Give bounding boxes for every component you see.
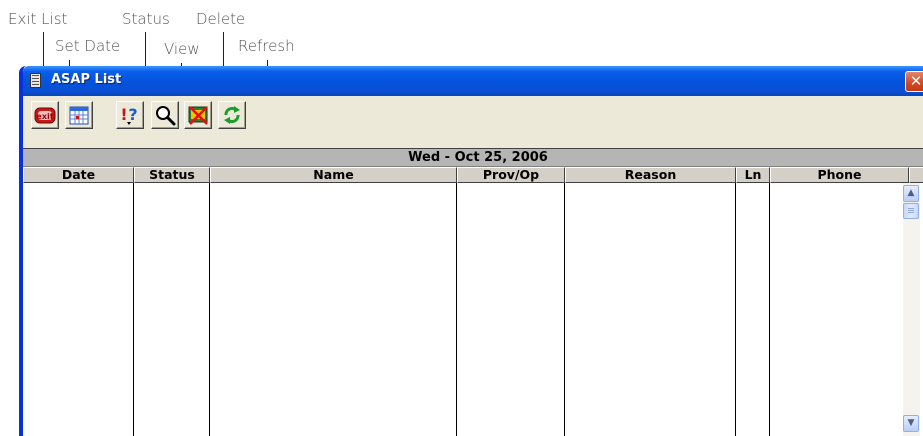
column-divider <box>456 183 457 436</box>
delete-button[interactable] <box>184 101 212 129</box>
column-header-row: Date Status Name Prov/Op Reason Ln Phone <box>23 167 923 183</box>
svg-text:exit: exit <box>36 112 53 121</box>
exit-list-button[interactable]: exit <box>31 101 59 129</box>
column-header-ln[interactable]: Ln <box>736 167 770 183</box>
column-header-status[interactable]: Status <box>134 167 210 183</box>
date-banner: Wed - Oct 25, 2006 <box>23 148 923 167</box>
view-button[interactable] <box>151 101 179 129</box>
callout-view: View <box>164 40 200 58</box>
column-divider <box>769 183 770 436</box>
callout-delete: Delete <box>196 10 246 28</box>
status-button[interactable]: ! ? <box>116 101 144 129</box>
refresh-icon <box>224 106 240 124</box>
delete-icon <box>188 106 208 125</box>
magnifier-icon <box>156 106 176 126</box>
exit-icon: exit <box>34 107 56 124</box>
column-header-reason[interactable]: Reason <box>565 167 736 183</box>
column-divider <box>133 183 134 436</box>
toolbar: exit ! ? <box>23 96 923 133</box>
asap-list-body[interactable] <box>23 183 923 436</box>
scroll-up-button[interactable]: ▲ <box>903 185 919 202</box>
column-header-date[interactable]: Date <box>23 167 134 183</box>
callout-exit-list: Exit List <box>8 10 68 28</box>
scroll-down-button[interactable]: ▼ <box>903 415 919 432</box>
column-header-filler <box>909 167 923 183</box>
date-banner-text: Wed - Oct 25, 2006 <box>408 150 548 165</box>
column-divider <box>564 183 565 436</box>
vertical-scrollbar[interactable]: ▲ ▼ <box>903 183 920 436</box>
close-button[interactable]: ✕ <box>905 71 923 92</box>
callout-status: Status <box>122 10 170 28</box>
set-date-button[interactable] <box>65 101 93 129</box>
callout-refresh: Refresh <box>238 37 295 55</box>
svg-text:!: ! <box>120 105 127 124</box>
status-icon: ! ? <box>120 105 138 125</box>
asap-list-window: ASAP List ✕ exit ! ? Wed - Oct 25, 2006 … <box>19 66 923 436</box>
column-header-name[interactable]: Name <box>210 167 457 183</box>
refresh-button[interactable] <box>218 101 246 129</box>
column-divider <box>209 183 210 436</box>
column-header-phone[interactable]: Phone <box>770 167 909 183</box>
scroll-thumb[interactable] <box>903 203 919 219</box>
window-title: ASAP List <box>51 72 122 87</box>
app-notepad-icon <box>30 73 41 88</box>
calendar-icon <box>69 106 89 125</box>
column-header-prov-op[interactable]: Prov/Op <box>457 167 565 183</box>
callout-set-date: Set Date <box>55 37 121 55</box>
column-divider <box>735 183 736 436</box>
title-bar[interactable]: ASAP List ✕ <box>23 66 923 96</box>
svg-text:?: ? <box>128 105 137 124</box>
